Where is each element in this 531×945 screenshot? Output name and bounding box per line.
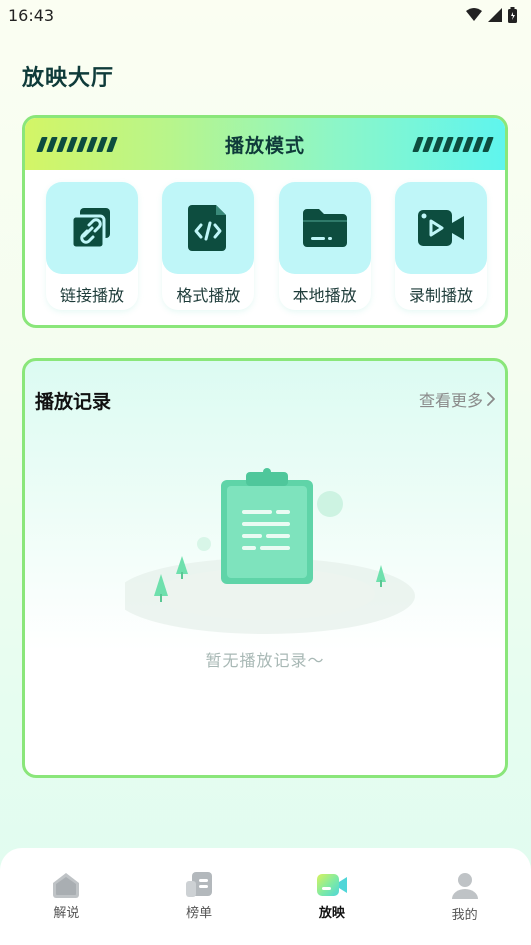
mode-item-label: 链接播放	[59, 286, 124, 305]
play-mode-title: 播放模式	[224, 134, 305, 157]
list-icon	[186, 872, 213, 897]
play-mode-header: 播放模式	[25, 118, 505, 170]
page-title: 放映大厅	[22, 66, 115, 91]
link-icon	[70, 208, 110, 250]
play-mode-card: 播放模式 链接播放 格式播放 本地播放 录制播放	[22, 115, 508, 328]
status-time: 16:43	[8, 5, 55, 25]
nav-item-ranking[interactable]: 榜单	[159, 872, 239, 921]
mode-icon-tile	[394, 182, 487, 274]
see-more-link[interactable]: 查看更多	[419, 387, 495, 411]
mode-item-local-play[interactable]: 本地播放	[278, 182, 371, 310]
mode-item-record-play[interactable]: 录制播放	[394, 182, 487, 310]
status-icons	[466, 7, 517, 23]
see-more-label: 查看更多	[418, 391, 483, 410]
signal-icon	[488, 8, 502, 22]
nav-label: 我的	[451, 908, 478, 923]
empty-records-text: 暂无播放记录～	[205, 651, 325, 670]
folder-icon	[302, 209, 347, 247]
play-mode-items: 链接播放 格式播放 本地播放 录制播放	[25, 170, 505, 310]
stripes-decoration-right	[412, 136, 494, 152]
empty-clipboard-illustration	[125, 468, 415, 634]
battery-icon	[508, 7, 517, 23]
user-icon	[451, 873, 478, 899]
nav-label: 放映	[318, 906, 345, 921]
code-file-icon	[188, 205, 227, 251]
video-camera-icon	[417, 210, 464, 246]
mode-icon-tile	[46, 182, 138, 274]
camera-icon	[316, 874, 347, 896]
mode-item-label: 本地播放	[292, 286, 357, 305]
nav-item-screening[interactable]: 放映	[292, 872, 372, 921]
nav-label: 榜单	[186, 906, 213, 921]
bottom-nav: 解说 榜单 放映 我的	[0, 848, 531, 945]
mode-icon-tile	[162, 182, 255, 274]
records-title: 播放记录	[35, 391, 112, 413]
nav-item-mine[interactable]: 我的	[425, 872, 505, 923]
stripes-decoration-left	[36, 136, 118, 152]
mode-item-label: 录制播放	[408, 286, 473, 305]
nav-label: 解说	[53, 906, 80, 921]
status-bar: 16:43	[0, 0, 531, 30]
wifi-icon	[466, 8, 482, 21]
chevron-right-icon	[487, 392, 495, 406]
mode-item-format-play[interactable]: 格式播放	[162, 182, 255, 310]
mode-icon-tile	[278, 182, 371, 274]
mode-item-link-play[interactable]: 链接播放	[46, 182, 138, 310]
mode-item-label: 格式播放	[176, 286, 241, 305]
play-records-card: 播放记录 查看更多 暂无播放记录～	[22, 358, 508, 778]
home-icon	[53, 873, 80, 898]
nav-item-commentary[interactable]: 解说	[26, 872, 106, 921]
